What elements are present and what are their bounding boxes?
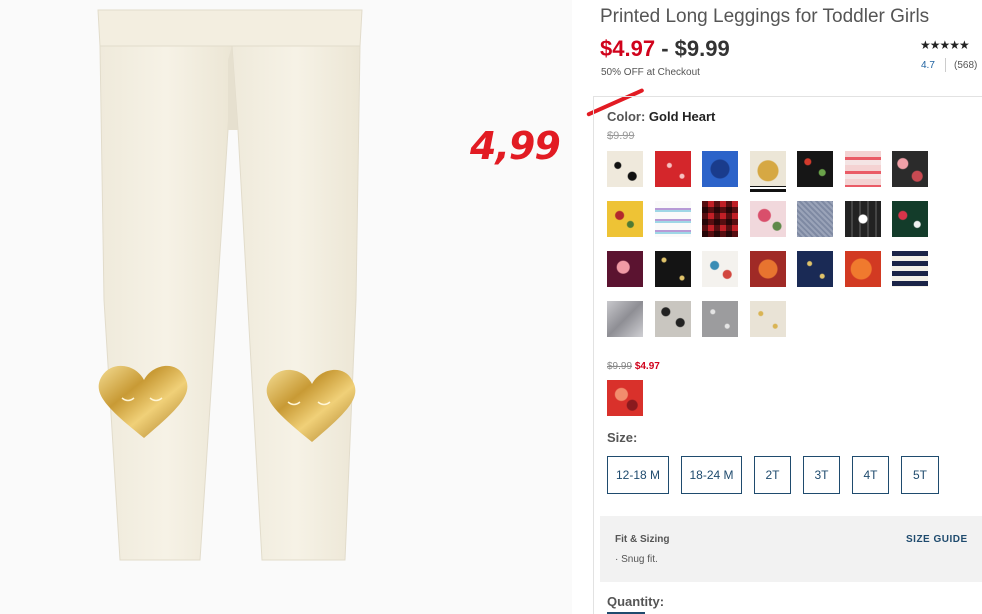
size-label: Size: [607,430,638,445]
fit-sizing-item: · Snug fit. [615,554,658,565]
sale-new-price: $4.97 [634,361,660,372]
size-option-4t[interactable]: 4T [852,456,889,494]
selected-color-name: Gold Heart [648,109,716,124]
rating-stars-icon[interactable]: ★★★★★ [920,38,970,52]
bullet: · [615,554,619,565]
color-swatch-gold-heart[interactable] [750,151,786,187]
sale-price: $4.97 [600,36,656,61]
color-swatch-silver-metallic[interactable] [607,301,643,337]
sale-swatch-red-floral[interactable] [607,380,643,416]
rating-divider [945,58,946,72]
price-range: $4.97 - $9.99 [600,36,730,62]
color-old-price: $9.99 [607,130,635,142]
color-swatch-black-dot[interactable] [655,251,691,287]
product-image [0,0,572,614]
color-swatch-leopard[interactable] [655,301,691,337]
color-swatch-dark-floral[interactable] [892,151,928,187]
color-label: Color: Gold Heart [607,109,716,124]
color-swatch-lavender-stripe[interactable] [655,201,691,237]
color-swatch-pink-floral[interactable] [750,201,786,237]
selected-swatch-indicator [750,189,786,192]
color-swatch-red-snowflake[interactable] [655,151,691,187]
fit-sizing-title: Fit & Sizing [615,534,670,545]
promo-text: 50% OFF at Checkout [601,67,700,78]
color-swatch-black-fairisle[interactable] [845,201,881,237]
size-option-18-24m[interactable]: 18-24 M [681,456,742,494]
color-swatch-orange-floral[interactable] [750,251,786,287]
sale-price-line: $9.99 $4.97 [607,361,660,372]
color-swatch-yellow-floral[interactable] [607,201,643,237]
size-guide-link[interactable]: SIZE GUIDE [906,534,968,545]
leggings-illustration [97,9,363,561]
color-swatch-navy-stripe[interactable] [892,251,928,287]
fit-sizing-box [600,516,982,582]
review-count[interactable]: (568) [954,60,977,71]
color-swatch-burgundy-floral[interactable] [607,251,643,287]
product-title: Printed Long Leggings for Toddler Girls [600,6,930,27]
size-option-5t[interactable]: 5T [901,456,939,494]
size-option-3t[interactable]: 3T [803,456,840,494]
color-swatch-green-floral[interactable] [892,201,928,237]
color-swatch-grey-heather[interactable] [797,201,833,237]
color-swatch-navy-dot[interactable] [797,251,833,287]
regular-price: $9.99 [674,36,730,61]
size-option-2t[interactable]: 2T [754,456,791,494]
handwritten-price-annotation: 4,99 [470,124,561,168]
price-separator: - [661,36,669,61]
rating-value[interactable]: 4.7 [921,60,935,71]
color-swatch-red-buffalo-check[interactable] [702,201,738,237]
color-swatch-cream-gold-dot[interactable] [750,301,786,337]
size-option-12-18m[interactable]: 12-18 M [607,456,669,494]
color-swatch-grey-dot[interactable] [702,301,738,337]
quantity-label: Quantity: [607,594,665,609]
sale-old-price: $9.99 [607,361,633,372]
color-swatch-black-floral[interactable] [797,151,833,187]
color-swatch-white-floral[interactable] [702,251,738,287]
color-swatch-red-stripe[interactable] [845,151,881,187]
color-swatch-blue-star[interactable] [702,151,738,187]
color-swatch-orange-leaf[interactable] [845,251,881,287]
color-swatch-stars-cream[interactable] [607,151,643,187]
